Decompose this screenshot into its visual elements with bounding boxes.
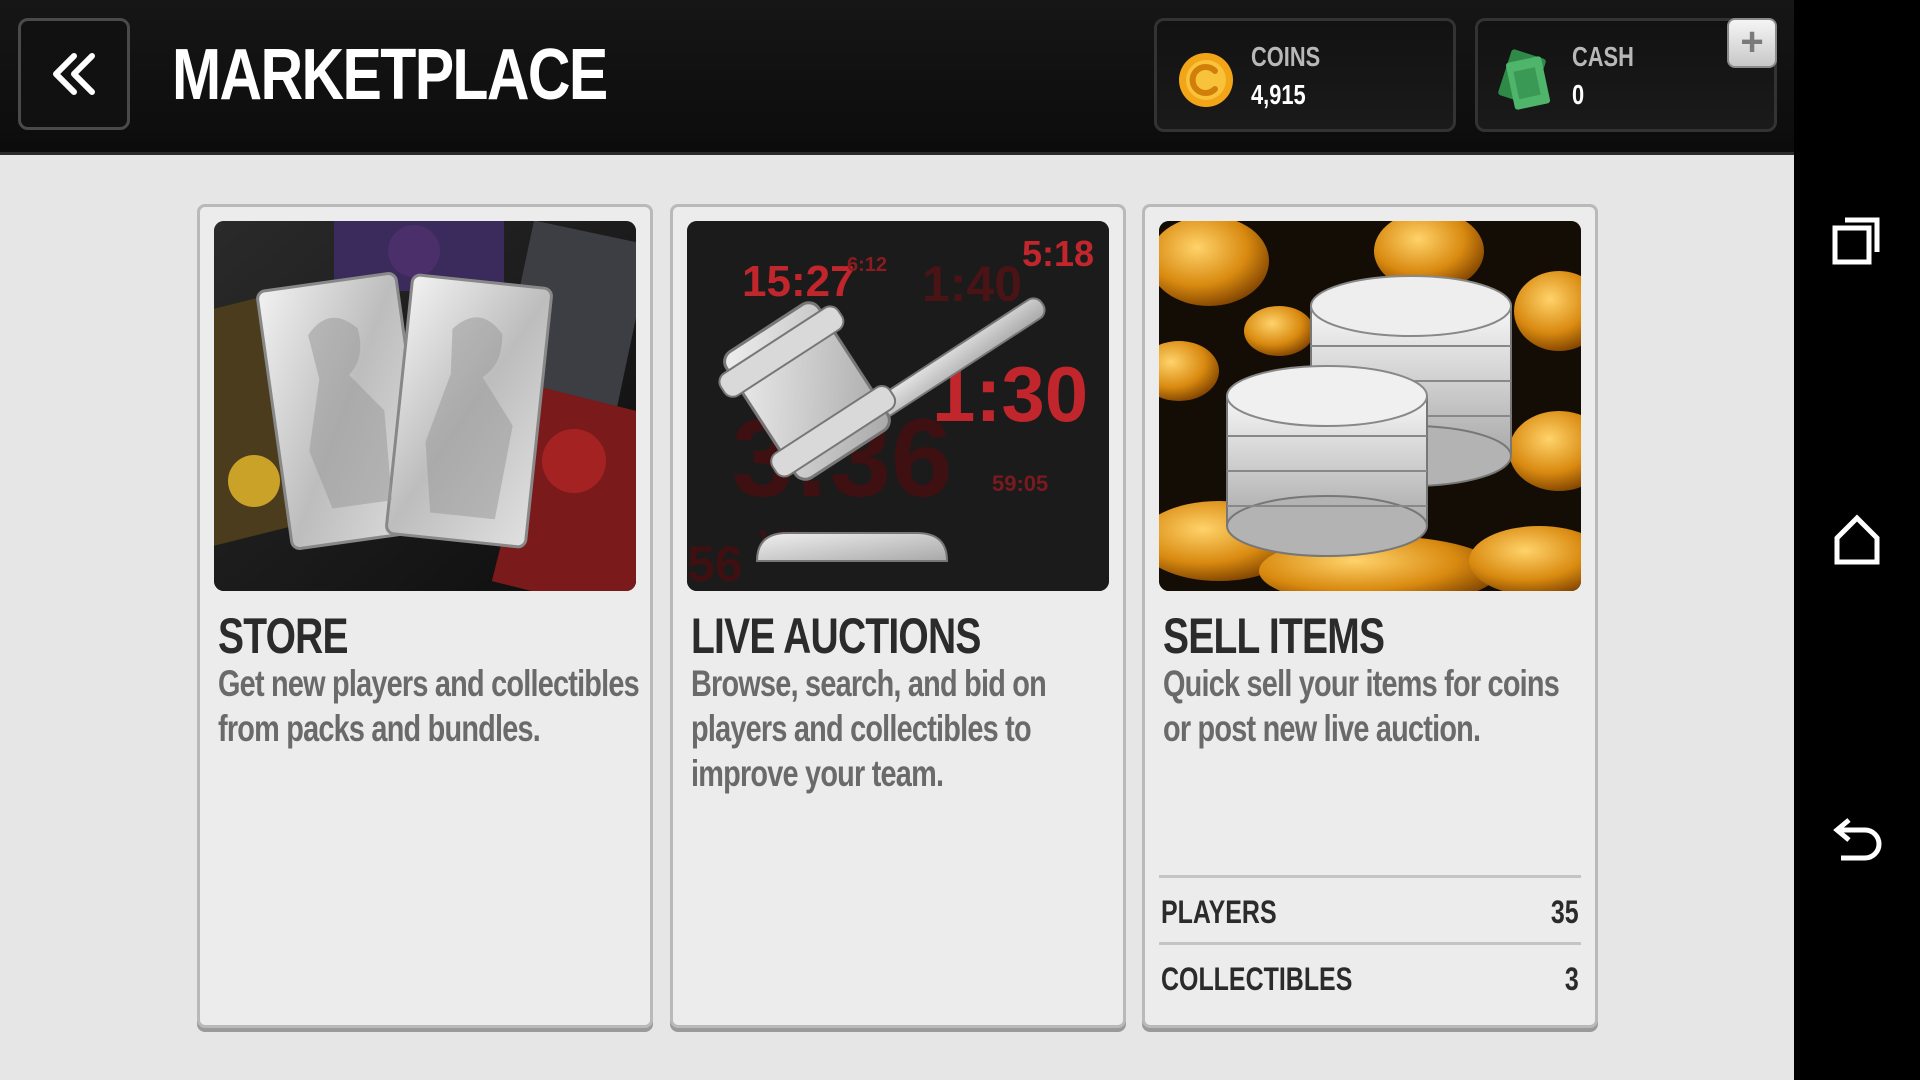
store-card[interactable]: STORE Get new players and collectibles f… xyxy=(197,204,653,1028)
add-cash-button[interactable]: + xyxy=(1727,18,1777,68)
cash-label: CASH xyxy=(1572,41,1634,72)
cash-icon xyxy=(1498,49,1551,110)
home-button[interactable] xyxy=(1827,510,1887,570)
players-row[interactable]: PLAYERS 35 xyxy=(1159,875,1581,944)
sell-items-art xyxy=(1159,221,1581,591)
double-chevron-left-icon xyxy=(53,53,95,95)
back-button[interactable] xyxy=(18,18,130,130)
home-icon xyxy=(1834,514,1880,565)
coins-label: COINS xyxy=(1251,41,1321,72)
cash-value: 0 xyxy=(1572,79,1585,110)
store-art xyxy=(214,221,636,591)
back-nav-button[interactable] xyxy=(1827,810,1887,870)
clock-text: 59:05 xyxy=(992,471,1048,496)
recent-apps-button[interactable] xyxy=(1827,210,1887,270)
back-arrow-icon xyxy=(1833,818,1882,861)
gavel-image: 15:27 6:12 1:40 5:18 1:30 3:36 59:05 56 … xyxy=(687,221,1109,591)
live-auctions-description: Browse, search, and bid on players and c… xyxy=(691,663,1047,794)
sell-items-title: SELL ITEMS xyxy=(1163,608,1385,664)
clock-text: 6:12 xyxy=(847,254,887,276)
clock-text: 56 xyxy=(687,536,743,591)
coins-value: 4,915 xyxy=(1251,79,1306,110)
top-bar: MARKETPLACE COINS 4,915 CASH 0 + xyxy=(0,0,1794,155)
players-count: 35 xyxy=(1551,894,1579,930)
sell-items-card[interactable]: SELL ITEMS Quick sell your items for coi… xyxy=(1142,204,1598,1028)
collectibles-count: 3 xyxy=(1565,961,1579,997)
clock-text: 5:18 xyxy=(1022,233,1094,274)
clock-text: 1:40 xyxy=(922,256,1022,312)
android-nav-bar xyxy=(1794,0,1920,1080)
coin-icon xyxy=(1179,53,1233,107)
coins-wallet: COINS 4,915 xyxy=(1154,18,1456,132)
collectibles-row[interactable]: COLLECTIBLES 3 xyxy=(1159,942,1581,1011)
store-description: Get new players and collectibles from pa… xyxy=(218,663,640,749)
coin-stacks-image xyxy=(1159,221,1581,591)
live-auctions-title: LIVE AUCTIONS xyxy=(691,608,981,664)
sell-items-description: Quick sell your items for coins or post … xyxy=(1163,663,1560,749)
live-auctions-card[interactable]: 15:27 6:12 1:40 5:18 1:30 3:36 59:05 56 … xyxy=(670,204,1126,1028)
live-auctions-art: 15:27 6:12 1:40 5:18 1:30 3:36 59:05 56 … xyxy=(687,221,1109,591)
store-title: STORE xyxy=(218,608,349,664)
page-title: MARKETPLACE xyxy=(172,35,608,115)
players-label: PLAYERS xyxy=(1161,894,1277,930)
player-cards-image xyxy=(214,221,636,591)
recent-apps-icon xyxy=(1832,217,1880,265)
clock-text: 15:27 xyxy=(742,257,855,306)
collectibles-label: COLLECTIBLES xyxy=(1161,961,1353,997)
